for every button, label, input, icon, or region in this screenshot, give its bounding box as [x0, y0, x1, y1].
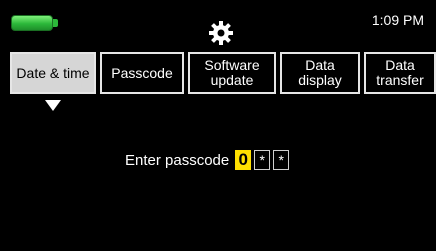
settings-tabs: Date & time Passcode Software update Dat… — [10, 52, 436, 96]
tab-data-display[interactable]: Data display — [280, 52, 360, 94]
clock: 1:09 PM — [371, 12, 424, 28]
gear-icon[interactable] — [208, 20, 234, 46]
passcode-label: Enter passcode — [125, 151, 230, 169]
tab-data-transfer[interactable]: Data transfer — [364, 52, 436, 94]
active-tab-pointer-icon — [45, 100, 61, 111]
tab-date-time[interactable]: Date & time — [10, 52, 96, 94]
battery-full-icon — [11, 13, 59, 33]
tab-software-update[interactable]: Software update — [188, 52, 276, 94]
tab-passcode[interactable]: Passcode — [100, 52, 184, 94]
passcode-digit-3[interactable]: * — [273, 150, 290, 170]
passcode-entry: Enter passcode 0 * * — [125, 148, 292, 172]
settings-screen: 1:09 PM Date & time Passcode Software up… — [0, 0, 436, 251]
passcode-digit-1[interactable]: 0 — [235, 150, 252, 170]
passcode-digit-2[interactable]: * — [254, 150, 271, 170]
